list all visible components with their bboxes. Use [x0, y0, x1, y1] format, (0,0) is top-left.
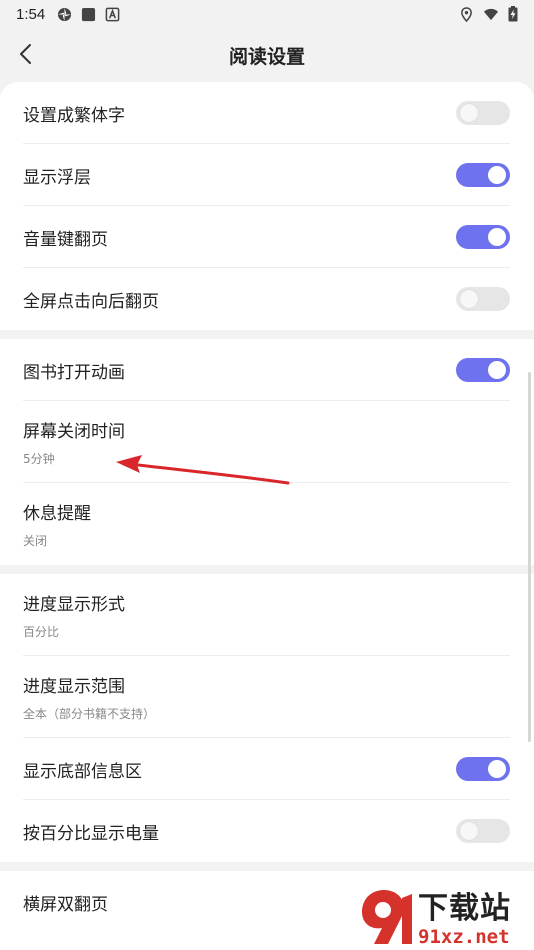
- setting-traditional-chinese[interactable]: 设置成繁体字: [0, 82, 534, 144]
- setting-screen-off-time[interactable]: 屏幕关闭时间 5分钟: [0, 401, 534, 483]
- bottom-info-area-toggle[interactable]: [456, 757, 510, 781]
- watermark-logo-icon: [362, 890, 412, 944]
- setting-value: 5分钟: [23, 452, 55, 466]
- setting-label: 按百分比显示电量: [23, 823, 159, 844]
- watermark: 下载站 91xz.net: [358, 878, 528, 948]
- wifi-icon: [483, 8, 499, 20]
- toggle-knob: [460, 104, 478, 122]
- setting-label: 图书打开动画: [23, 362, 125, 383]
- battery-charging-icon: [508, 6, 518, 22]
- setting-label: 全屏点击向后翻页: [23, 291, 159, 312]
- book-open-animation-toggle[interactable]: [456, 358, 510, 382]
- status-time: 1:54: [16, 5, 46, 23]
- show-overlay-toggle[interactable]: [456, 163, 510, 187]
- setting-show-overlay[interactable]: 显示浮层: [0, 144, 534, 206]
- status-right-icons: [459, 6, 518, 22]
- watermark-title: 下载站: [418, 891, 511, 926]
- shutter-icon: [58, 7, 72, 21]
- settings-list[interactable]: 设置成繁体字 显示浮层 音量键翻页 全屏点击向后翻页 图书打开动画 屏幕关闭时间: [0, 82, 534, 950]
- section-gap: [0, 330, 534, 339]
- scrollbar-thumb[interactable]: [528, 372, 531, 742]
- setting-book-open-animation[interactable]: 图书打开动画: [0, 339, 534, 401]
- setting-value: 百分比: [23, 625, 60, 639]
- toggle-knob: [488, 228, 506, 246]
- status-left-icons: [57, 7, 120, 22]
- chevron-left-icon: [20, 44, 31, 64]
- setting-progress-format[interactable]: 进度显示形式 百分比: [0, 574, 534, 656]
- toggle-knob: [460, 822, 478, 840]
- volume-key-page-toggle[interactable]: [456, 225, 510, 249]
- setting-label: 显示浮层: [23, 167, 91, 188]
- a-box-icon: [105, 7, 120, 21]
- settings-section-general: 设置成繁体字 显示浮层 音量键翻页 全屏点击向后翻页: [0, 82, 534, 330]
- setting-label: 进度显示形式: [23, 595, 125, 615]
- setting-label: 横屏双翻页: [23, 894, 108, 915]
- setting-value: 关闭: [23, 534, 48, 548]
- setting-label: 休息提醒: [23, 504, 91, 524]
- toggle-knob: [488, 166, 506, 184]
- square-icon: [82, 7, 96, 21]
- section-gap: [0, 862, 534, 871]
- setting-bottom-info-area[interactable]: 显示底部信息区: [0, 738, 534, 800]
- app-bar: 阅读设置: [0, 28, 534, 82]
- setting-rest-reminder[interactable]: 休息提醒 关闭: [0, 483, 534, 565]
- setting-volume-key-page[interactable]: 音量键翻页: [0, 206, 534, 268]
- settings-section-progress: 进度显示形式 百分比 进度显示范围 全本（部分书籍不支持） 显示底部信息区 按百…: [0, 574, 534, 862]
- location-icon: [461, 6, 472, 22]
- setting-label: 屏幕关闭时间: [23, 422, 125, 442]
- setting-label: 设置成繁体字: [23, 105, 125, 126]
- setting-label: 进度显示范围: [23, 677, 125, 697]
- setting-label: 显示底部信息区: [23, 761, 142, 782]
- setting-progress-range[interactable]: 进度显示范围 全本（部分书籍不支持）: [0, 656, 534, 738]
- settings-section-display: 图书打开动画 屏幕关闭时间 5分钟 休息提醒 关闭: [0, 339, 534, 565]
- status-bar: 1:54: [0, 0, 534, 28]
- section-gap: [0, 565, 534, 574]
- back-button[interactable]: [8, 36, 44, 72]
- page-title: 阅读设置: [228, 45, 305, 68]
- battery-percent-toggle[interactable]: [456, 819, 510, 843]
- setting-fullscreen-tap-forward[interactable]: 全屏点击向后翻页: [0, 268, 534, 330]
- fullscreen-tap-forward-toggle[interactable]: [456, 287, 510, 311]
- setting-battery-percent[interactable]: 按百分比显示电量: [0, 800, 534, 862]
- setting-label: 音量键翻页: [23, 229, 108, 250]
- toggle-knob: [488, 760, 506, 778]
- setting-value: 全本（部分书籍不支持）: [23, 707, 156, 721]
- watermark-domain: 91xz.net: [418, 926, 510, 948]
- toggle-knob: [460, 290, 478, 308]
- toggle-knob: [488, 361, 506, 379]
- traditional-chinese-toggle[interactable]: [456, 101, 510, 125]
